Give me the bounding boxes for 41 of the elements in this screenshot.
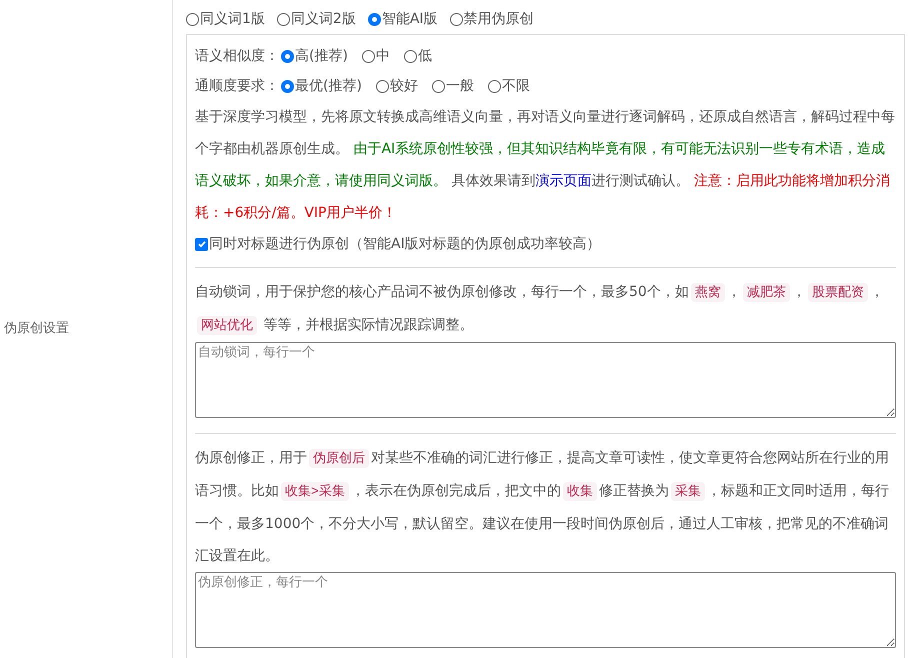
radio-button[interactable] (281, 80, 294, 92)
radio-button[interactable] (281, 50, 294, 62)
radio-button[interactable] (368, 12, 381, 26)
radio-button[interactable] (362, 50, 375, 62)
checkbox-label[interactable]: 同时对标题进行伪原创（智能AI版对标题的伪原创成功率较高） (209, 234, 601, 254)
radio-label[interactable]: 低 (418, 46, 432, 66)
radio-button[interactable] (186, 12, 199, 26)
keyword-chip: 股票配资 (808, 283, 868, 302)
correction-field[interactable]: 伪原创修正，每行一个 (195, 572, 896, 648)
radio-label[interactable]: 同义词2版 (290, 8, 356, 30)
radio-label[interactable]: 中 (376, 46, 390, 66)
option-label: 语义相似度： (195, 46, 279, 66)
keyword-chip: 伪原创后 (309, 449, 369, 468)
radio-label[interactable]: 较好 (390, 76, 418, 96)
radio-button[interactable] (376, 80, 389, 92)
radio-button[interactable] (404, 50, 417, 62)
description-text: 伪原创修正，用于 伪原创后 对某些不准确的词汇进行修正，提高文章可读性，使文章更符合您网站所在行业的用语习惯。比如 收集>采集 ，表示在伪原创完成后，把文中的 收集 修正替换为 采集 ，标题和正文同时适用，每行一个，最多1000个，不分大小写，默认留空。建议在使用一段时间伪原创后，通过人工审核，把常见的不准确词汇设置在此。 (195, 448, 890, 566)
radio-button[interactable] (450, 12, 463, 26)
keyword-chip: 网站优化 (197, 316, 257, 335)
radio-label[interactable]: 不限 (502, 76, 530, 96)
description-text: 基于深度学习模型，先将原文转换成高维语义向量，再对语义向量进行逐词解码，还原成自然语言，解码过程中每个字都由机器原创生成。 由于AI系统原创性较强，但其知识结构毕竟有限，有可能无法识别一些专有术语，造成语义破坏，如果介意，请使用同义词版。 具体效果请到演示页面进行测试确认。 注意：启用此功能将增加积分消耗：+6积分/篇。VIP用户半价！ (195, 108, 896, 223)
keyword-chip: 收集 (562, 482, 597, 501)
keyword-chip: 燕窝 (690, 283, 725, 302)
keyword-chip: 收集>采集 (281, 482, 349, 501)
radio-label[interactable]: 智能AI版 (382, 8, 438, 30)
radio-label[interactable]: 一般 (446, 76, 474, 96)
radio-label[interactable]: 同义词1版 (200, 8, 265, 30)
demo-link[interactable]: 演示页面 (535, 173, 592, 189)
checkbox[interactable] (195, 238, 208, 250)
description-text: 自动锁词，用于保护您的核心产品词不被伪原创修改，每行一个，最多50个，如 燕窝 ， 减肥茶 ， 股票配资 ， 网站优化 等等，并根据实际情况跟踪调整。 (195, 282, 885, 337)
lock-words-field[interactable]: 自动锁词，每行一个 (195, 342, 896, 418)
radio-button[interactable] (432, 80, 445, 92)
radio-label[interactable]: 最优(推荐) (295, 76, 362, 96)
radio-button[interactable] (488, 80, 501, 92)
radio-button[interactable] (276, 12, 290, 26)
radio-label[interactable]: 高(推荐) (295, 46, 348, 66)
radio-label[interactable]: 禁用伪原创 (464, 8, 534, 30)
option-label: 通顺度要求： (195, 76, 279, 96)
keyword-chip: 减肥茶 (742, 283, 790, 302)
field-label: 伪原创设置 (3, 320, 69, 338)
keyword-chip: 采集 (670, 482, 705, 501)
